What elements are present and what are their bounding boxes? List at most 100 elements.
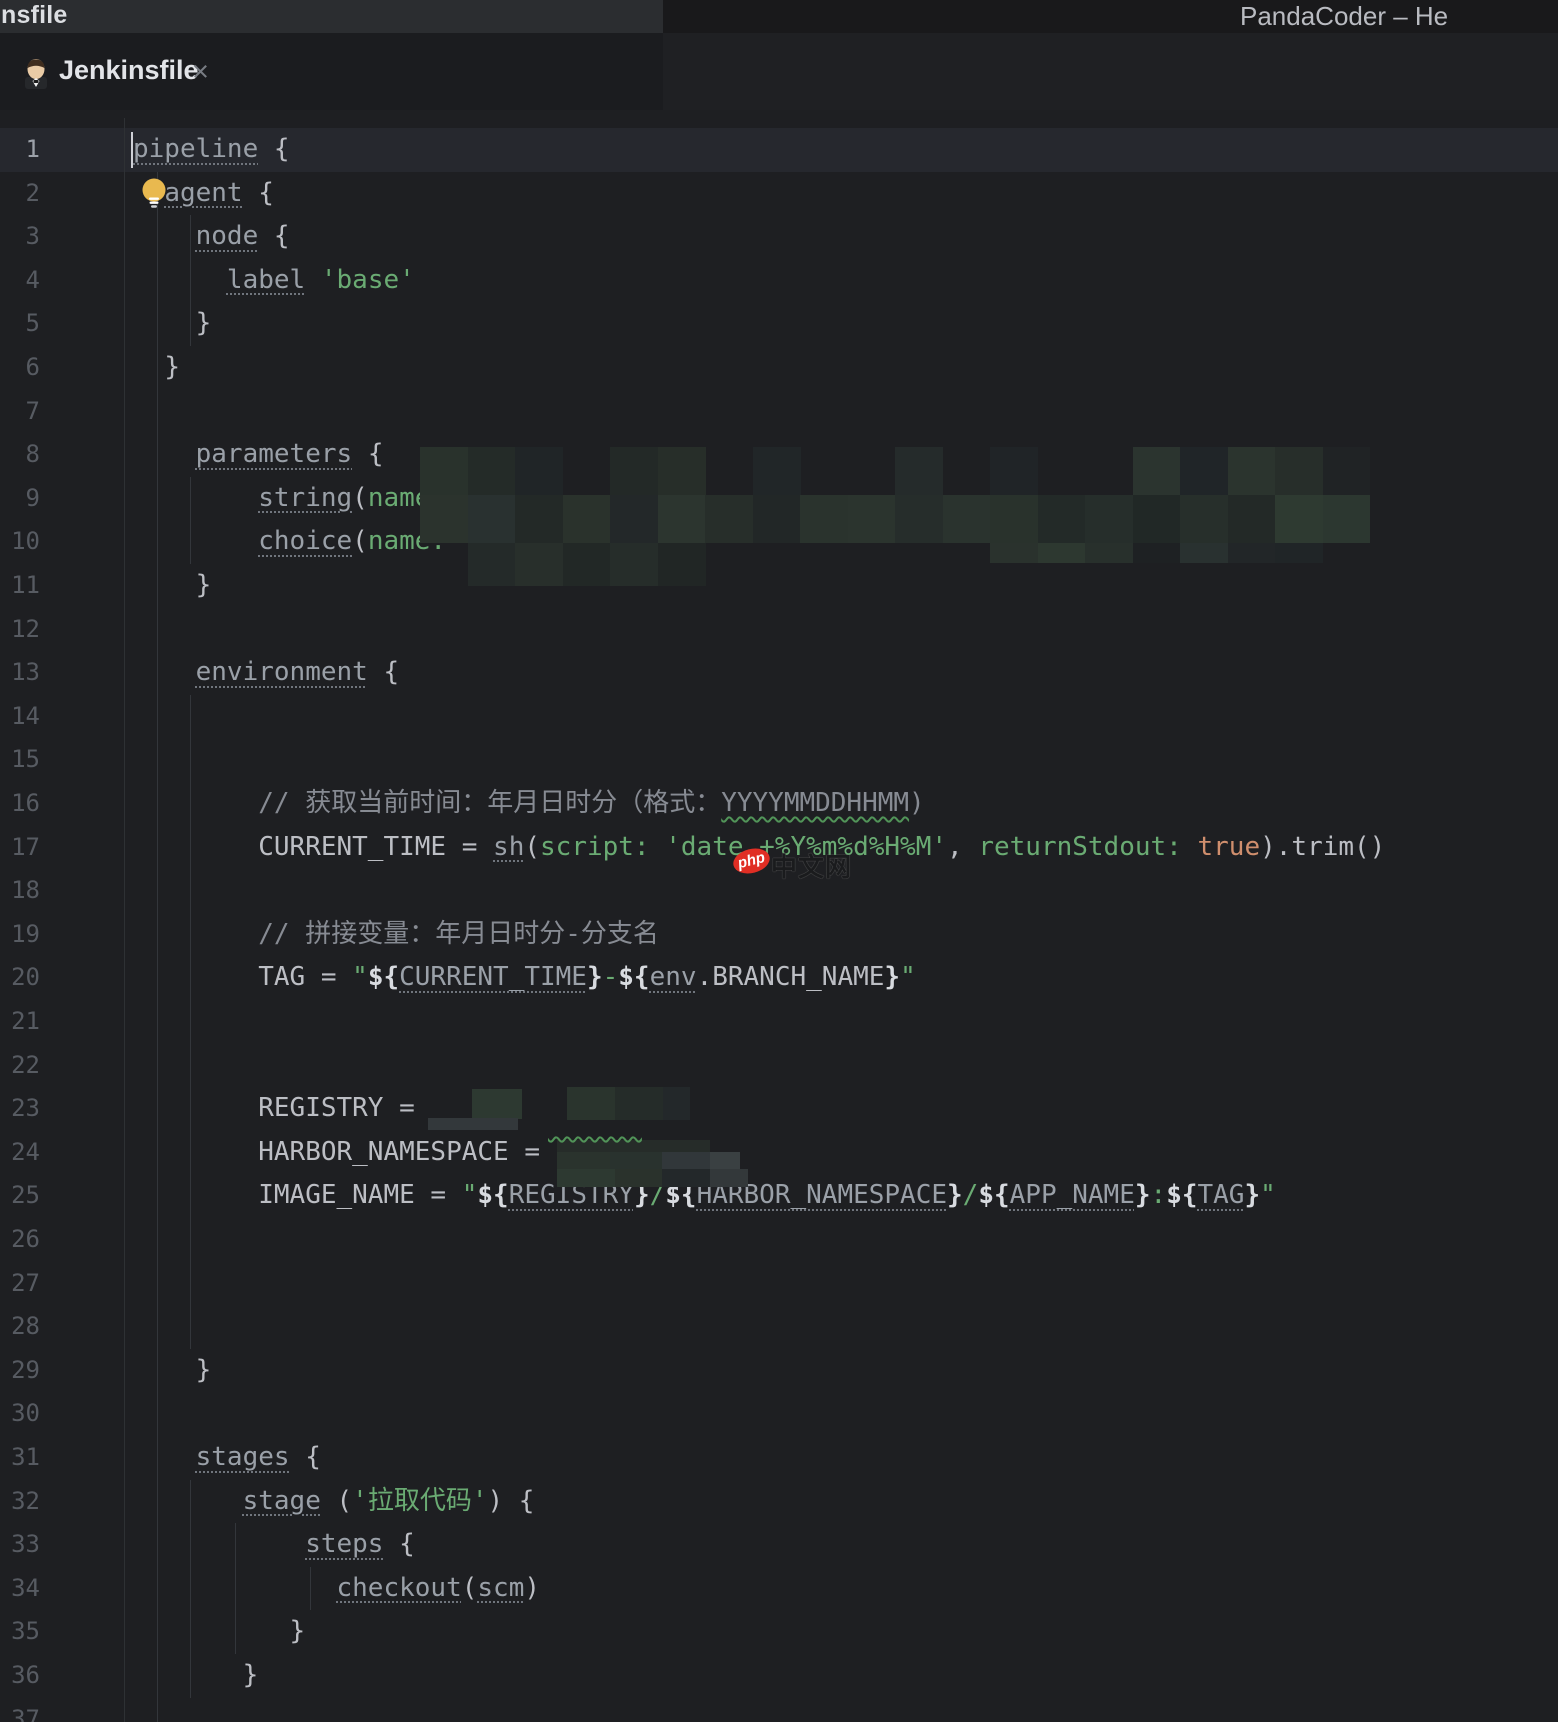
line-number[interactable]: 10 [0,520,124,564]
line-number[interactable]: 27 [0,1262,124,1306]
code-token: { [242,177,274,208]
tab-close-icon[interactable]: × [192,56,209,89]
lightbulb-icon[interactable] [139,177,169,215]
code-token: " [461,1180,478,1211]
censor-block [943,495,991,543]
code-line[interactable]: 21 [0,1000,1558,1044]
line-number[interactable]: 15 [0,738,124,782]
censor-block [557,1169,615,1187]
code-token: environment [195,657,368,688]
code-token: } [586,962,603,993]
code-line[interactable]: 12 [0,608,1558,652]
code-token: pipeline [133,134,259,164]
line-text: environment { [133,651,400,695]
line-number[interactable]: 22 [0,1044,124,1088]
code-line[interactable]: 29 } [0,1349,1558,1393]
editor[interactable]: 1 pipeline {2 agent {3 node {4 label 'bas… [0,118,1558,1722]
line-number[interactable]: 25 [0,1174,124,1218]
code-line[interactable]: 31 stages { [0,1436,1558,1480]
code-line[interactable]: 5 } [0,302,1558,346]
line-number[interactable]: 32 [0,1480,124,1524]
censor-block [1275,447,1323,495]
line-number[interactable]: 30 [0,1392,124,1436]
code-line[interactable]: 19 // 拼接变量：年月日时分-分支名 [0,913,1558,957]
line-number[interactable]: 5 [0,302,124,346]
code-line[interactable]: 24 HARBOR_NAMESPACE = [0,1131,1558,1175]
code-line[interactable]: 35 } [0,1610,1558,1654]
code-line[interactable]: 16 // 获取当前时间：年月日时分（格式：YYYYMMDDHHMM) [0,782,1558,826]
line-number[interactable]: 34 [0,1567,124,1611]
censor-block [753,495,801,543]
line-number[interactable]: 17 [0,826,124,870]
code-line[interactable]: 37 [0,1698,1558,1722]
censor-block [1133,495,1181,543]
code-line[interactable]: 11 } [0,564,1558,608]
line-number[interactable]: 20 [0,956,124,1000]
line-text: stage ('拉取代码') { [133,1480,535,1524]
line-number[interactable]: 12 [0,608,124,652]
code-token: ${ [1166,1180,1198,1211]
code-line[interactable]: 15 [0,738,1558,782]
code-token: ${ [618,962,650,993]
line-number[interactable]: 36 [0,1654,124,1698]
line-number[interactable]: 8 [0,433,124,477]
line-number[interactable]: 35 [0,1610,124,1654]
censor-block [895,495,943,543]
line-text: // 获取当前时间：年月日时分（格式：YYYYMMDDHHMM) [133,782,924,826]
code-line[interactable]: 4 label 'base' [0,259,1558,303]
censor-block [1323,447,1370,495]
line-number[interactable]: 21 [0,1000,124,1044]
code-line[interactable]: 34 checkout(scm) [0,1567,1558,1611]
code-line[interactable]: 3 node { [0,215,1558,259]
code-line[interactable]: 33 steps { [0,1523,1558,1567]
code-token: returnStdout: [978,831,1182,862]
line-number[interactable]: 4 [0,259,124,303]
line-number[interactable]: 37 [0,1698,124,1722]
code-line[interactable]: 2 agent { [0,172,1558,216]
line-number[interactable]: 31 [0,1436,124,1480]
code-line[interactable]: 14 [0,695,1558,739]
code-line[interactable]: 23 REGISTRY = [0,1087,1558,1131]
line-number[interactable]: 33 [0,1523,124,1567]
code-line[interactable]: 1 pipeline { [0,128,1558,172]
censor-block [515,495,563,543]
line-number[interactable]: 14 [0,695,124,739]
code-line[interactable]: 6 } [0,346,1558,390]
line-number[interactable]: 1 [0,128,124,172]
line-number[interactable]: 7 [0,390,124,434]
code-line[interactable]: 36 } [0,1654,1558,1698]
code-line[interactable]: 32 stage ('拉取代码') { [0,1480,1558,1524]
code-line[interactable]: 20 TAG = "${CURRENT_TIME}-${env.BRANCH_N… [0,956,1558,1000]
code-line[interactable]: 13 environment { [0,651,1558,695]
line-number[interactable]: 11 [0,564,124,608]
line-text: pipeline { [133,128,290,172]
line-number[interactable]: 6 [0,346,124,390]
line-number[interactable]: 2 [0,172,124,216]
line-number[interactable]: 19 [0,913,124,957]
code-line[interactable]: 22 [0,1044,1558,1088]
line-number[interactable]: 18 [0,869,124,913]
line-number[interactable]: 26 [0,1218,124,1262]
line-number[interactable]: 13 [0,651,124,695]
censor-block [705,495,753,543]
line-text: REGISTRY = [133,1087,415,1131]
censor-block [610,495,658,543]
line-number[interactable]: 16 [0,782,124,826]
code-line[interactable]: 25 IMAGE_NAME = "${REGISTRY}/${HARBOR_NA… [0,1174,1558,1218]
jenkins-butler-icon [22,57,50,94]
censor-block [1180,447,1228,495]
code-line[interactable]: 30 [0,1392,1558,1436]
line-text: } [133,1654,259,1698]
line-number[interactable]: 29 [0,1349,124,1393]
line-number[interactable]: 28 [0,1305,124,1349]
code-line[interactable]: 28 [0,1305,1558,1349]
code-line[interactable]: 26 [0,1218,1558,1262]
line-number[interactable]: 9 [0,477,124,521]
code-line[interactable]: 27 [0,1262,1558,1306]
line-number[interactable]: 24 [0,1131,124,1175]
line-number[interactable]: 23 [0,1087,124,1131]
line-number[interactable]: 3 [0,215,124,259]
tab-jenkinsfile[interactable]: Jenkinsfile × [0,33,252,110]
censor-block [662,1152,710,1169]
code-line[interactable]: 7 [0,390,1558,434]
